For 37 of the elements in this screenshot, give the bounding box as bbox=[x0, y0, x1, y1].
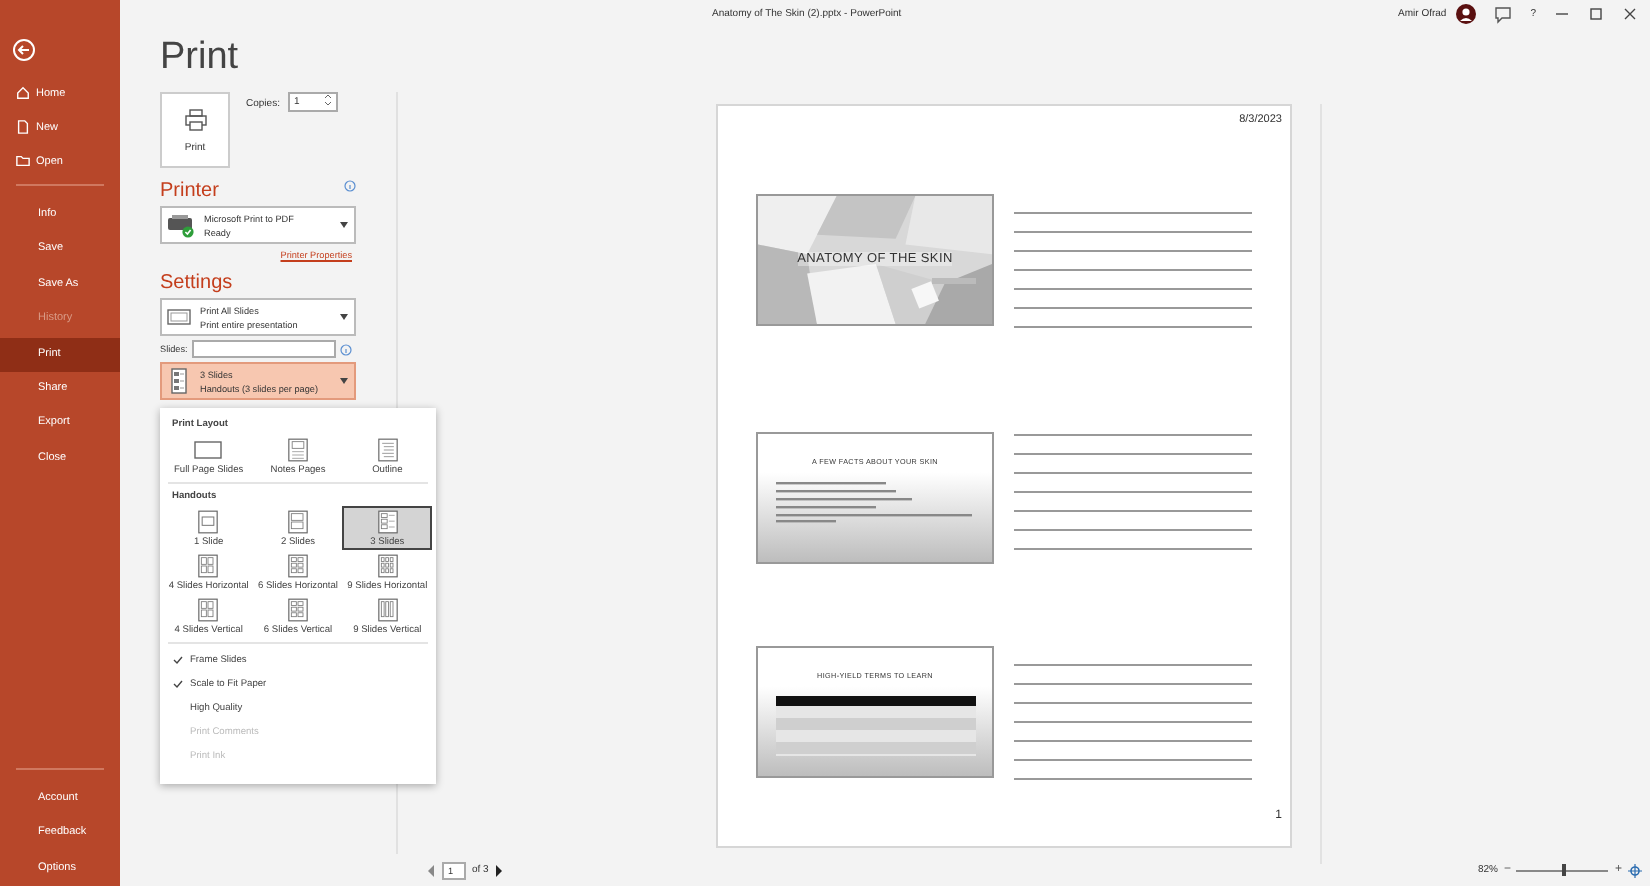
page-layout-icon bbox=[198, 597, 219, 621]
page-layout-icon bbox=[287, 437, 308, 461]
handout-icon bbox=[166, 368, 192, 394]
page-layout-icon bbox=[377, 597, 398, 621]
comments-icon[interactable] bbox=[1494, 5, 1513, 23]
printer-icon bbox=[183, 107, 207, 131]
slide-icon bbox=[166, 306, 192, 328]
page-layout-icon bbox=[198, 553, 219, 577]
previous-page-icon[interactable] bbox=[426, 863, 436, 877]
avatar-icon[interactable] bbox=[1456, 4, 1477, 24]
close-icon[interactable] bbox=[1622, 6, 1638, 22]
maximize-icon[interactable] bbox=[1588, 6, 1604, 22]
info-icon[interactable] bbox=[344, 180, 356, 192]
page-layout-icon bbox=[287, 597, 308, 621]
caret-icon bbox=[340, 378, 348, 384]
section-heading: Printer bbox=[160, 180, 219, 202]
page-title: Print bbox=[160, 36, 241, 80]
back-icon[interactable] bbox=[12, 38, 36, 62]
slides-field[interactable] bbox=[191, 340, 336, 358]
subtitle-drawing bbox=[932, 278, 976, 284]
page-icon bbox=[16, 120, 30, 134]
section-heading: Settings bbox=[160, 272, 233, 294]
page-layout-icon bbox=[377, 509, 398, 533]
caret-icon bbox=[340, 222, 348, 228]
page-layout-icon bbox=[287, 509, 308, 533]
page-layout-icon bbox=[377, 553, 398, 577]
page-layout-icon bbox=[198, 509, 219, 533]
caret-icon bbox=[340, 314, 348, 320]
slide-icon bbox=[194, 437, 223, 461]
info-icon[interactable] bbox=[339, 343, 352, 355]
folder-icon bbox=[16, 154, 30, 168]
fit-to-window-icon[interactable] bbox=[1628, 863, 1642, 877]
page-layout-icon bbox=[287, 553, 308, 577]
next-page-icon[interactable] bbox=[494, 863, 505, 877]
outline-icon bbox=[377, 437, 398, 461]
printer-icon bbox=[166, 213, 196, 237]
house-icon bbox=[16, 86, 30, 100]
